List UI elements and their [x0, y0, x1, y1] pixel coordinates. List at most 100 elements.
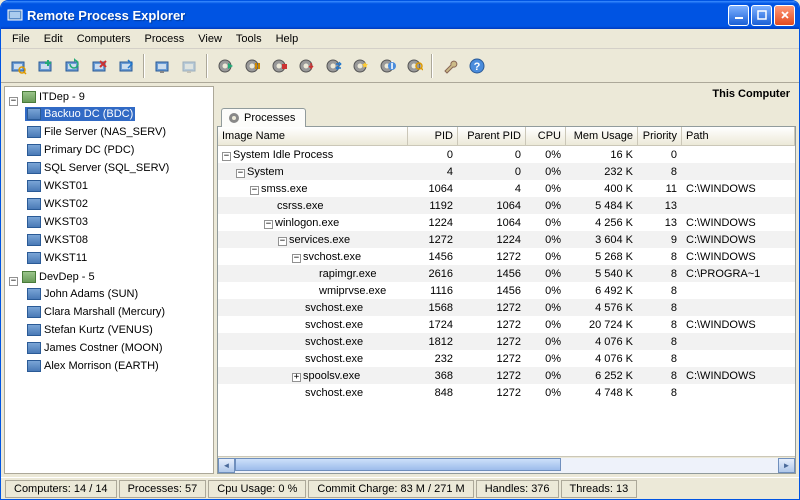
process-row[interactable]: −svchost.exe145612720%5 268 K8C:\WINDOWS — [218, 248, 795, 265]
scroll-right-button[interactable]: ► — [778, 458, 795, 473]
cell-pr: 9 — [638, 233, 682, 247]
menu-tools[interactable]: Tools — [229, 31, 269, 47]
tree-computer[interactable]: WKST01 — [25, 179, 90, 193]
cell-ppid: 1224 — [458, 233, 526, 247]
connect-computer-icon — [117, 57, 135, 75]
gear-find-button[interactable] — [401, 53, 427, 79]
tree-computer[interactable]: Stefan Kurtz (VENUS) — [25, 323, 155, 337]
cell-pr: 8 — [638, 369, 682, 383]
cell-mem: 5 484 K — [566, 199, 638, 213]
cell-path — [682, 171, 795, 173]
horizontal-scrollbar[interactable]: ◄ ► — [218, 456, 795, 473]
close-button[interactable] — [774, 5, 795, 26]
process-row[interactable]: svchost.exe172412720%20 724 K8C:\WINDOWS — [218, 316, 795, 333]
computer-tree[interactable]: −ITDep - 9Backuo DC (BDC)File Server (NA… — [4, 86, 214, 474]
find-computer-button[interactable] — [5, 53, 31, 79]
expand-toggle[interactable]: − — [9, 277, 18, 286]
process-row[interactable]: +spoolsv.exe36812720%6 252 K8C:\WINDOWS — [218, 367, 795, 384]
column-header[interactable]: PID — [408, 127, 458, 145]
menu-view[interactable]: View — [191, 31, 229, 47]
process-row[interactable]: −smss.exe106440%400 K11C:\WINDOWS — [218, 180, 795, 197]
cell-path — [682, 307, 795, 309]
gear-info-button[interactable]: i — [374, 53, 400, 79]
gear-find-icon — [405, 57, 423, 75]
process-row[interactable]: svchost.exe23212720%4 076 K8 — [218, 350, 795, 367]
tree-group[interactable]: ITDep - 9 — [20, 90, 87, 104]
gear-play-button[interactable] — [212, 53, 238, 79]
tree-computer[interactable]: File Server (NAS_SERV) — [25, 125, 168, 139]
process-row[interactable]: wmiprvse.exe111614560%6 492 K8 — [218, 282, 795, 299]
scroll-left-button[interactable]: ◄ — [218, 458, 235, 473]
tree-computer[interactable]: Primary DC (PDC) — [25, 143, 136, 157]
window-title: Remote Process Explorer — [27, 8, 728, 23]
add-computer-button[interactable] — [32, 53, 58, 79]
tree-computer[interactable]: Backuo DC (BDC) — [25, 107, 135, 121]
tree-computer[interactable]: WKST03 — [25, 215, 90, 229]
process-row[interactable]: svchost.exe84812720%4 748 K8 — [218, 384, 795, 401]
refresh-computer-button[interactable] — [59, 53, 85, 79]
tree-group[interactable]: DevDep - 5 — [20, 270, 97, 284]
monitor-disabled-button[interactable] — [176, 53, 202, 79]
tree-computer[interactable]: James Costner (MOON) — [25, 341, 165, 355]
column-header[interactable]: Path — [682, 127, 795, 145]
process-row[interactable]: −services.exe127212240%3 604 K9C:\WINDOW… — [218, 231, 795, 248]
tree-computer[interactable]: John Adams (SUN) — [25, 287, 140, 301]
column-header[interactable]: Parent PID — [458, 127, 526, 145]
menu-computers[interactable]: Computers — [70, 31, 138, 47]
expand-toggle[interactable]: − — [236, 169, 245, 178]
scroll-track[interactable] — [235, 458, 778, 473]
scroll-thumb[interactable] — [235, 458, 561, 471]
column-header[interactable]: CPU — [526, 127, 566, 145]
column-header[interactable]: Mem Usage — [566, 127, 638, 145]
process-row[interactable]: rapimgr.exe261614560%5 540 K8C:\PROGRA~1 — [218, 265, 795, 282]
column-header[interactable]: Image Name — [218, 127, 408, 145]
process-row[interactable]: −System Idle Process000%16 K0 — [218, 146, 795, 163]
process-row[interactable]: csrss.exe119210640%5 484 K13 — [218, 197, 795, 214]
process-name: csrss.exe — [277, 200, 323, 212]
help-button[interactable]: ? — [464, 53, 490, 79]
expand-toggle[interactable]: − — [264, 220, 273, 229]
process-row[interactable]: svchost.exe181212720%4 076 K8 — [218, 333, 795, 350]
tree-computer[interactable]: WKST08 — [25, 233, 90, 247]
cell-ppid: 1064 — [458, 199, 526, 213]
gear-star-button[interactable] — [347, 53, 373, 79]
grid-body[interactable]: −System Idle Process000%16 K0−System400%… — [218, 146, 795, 456]
wrench-button[interactable] — [437, 53, 463, 79]
process-row[interactable]: −System400%232 K8 — [218, 163, 795, 180]
gear-stop-button[interactable] — [266, 53, 292, 79]
menu-process[interactable]: Process — [138, 31, 192, 47]
expand-toggle[interactable]: − — [250, 186, 259, 195]
gear-swap-button[interactable] — [320, 53, 346, 79]
tree-computer[interactable]: SQL Server (SQL_SERV) — [25, 161, 171, 175]
remove-computer-button[interactable] — [86, 53, 112, 79]
cell-pid: 1116 — [408, 284, 458, 298]
connect-computer-button[interactable] — [113, 53, 139, 79]
process-row[interactable]: svchost.exe156812720%4 576 K8 — [218, 299, 795, 316]
cell-mem: 6 492 K — [566, 284, 638, 298]
menu-file[interactable]: File — [5, 31, 37, 47]
title-bar: Remote Process Explorer — [1, 1, 799, 29]
gear-pause-button[interactable] — [239, 53, 265, 79]
expand-toggle[interactable]: + — [292, 373, 301, 382]
menu-edit[interactable]: Edit — [37, 31, 70, 47]
expand-toggle[interactable]: − — [9, 97, 18, 106]
process-row[interactable]: −winlogon.exe122410640%4 256 K13C:\WINDO… — [218, 214, 795, 231]
tab-processes[interactable]: Processes — [221, 108, 306, 127]
expand-toggle[interactable]: − — [278, 237, 287, 246]
tree-computer[interactable]: Alex Morrison (EARTH) — [25, 359, 161, 373]
gear-down-button[interactable] — [293, 53, 319, 79]
maximize-button[interactable] — [751, 5, 772, 26]
computer-icon — [27, 144, 41, 156]
cell-path — [682, 392, 795, 394]
minimize-button[interactable] — [728, 5, 749, 26]
expand-toggle[interactable]: − — [292, 254, 301, 263]
menu-help[interactable]: Help — [269, 31, 306, 47]
tree-label: Primary DC (PDC) — [44, 144, 134, 156]
column-header[interactable]: Priority — [638, 127, 682, 145]
tree-computer[interactable]: WKST02 — [25, 197, 90, 211]
tree-computer[interactable]: Clara Marshall (Mercury) — [25, 305, 167, 319]
monitor-button[interactable] — [149, 53, 175, 79]
tree-computer[interactable]: WKST11 — [25, 251, 89, 265]
expand-toggle[interactable]: − — [222, 152, 231, 161]
cell-ppid: 1272 — [458, 335, 526, 349]
